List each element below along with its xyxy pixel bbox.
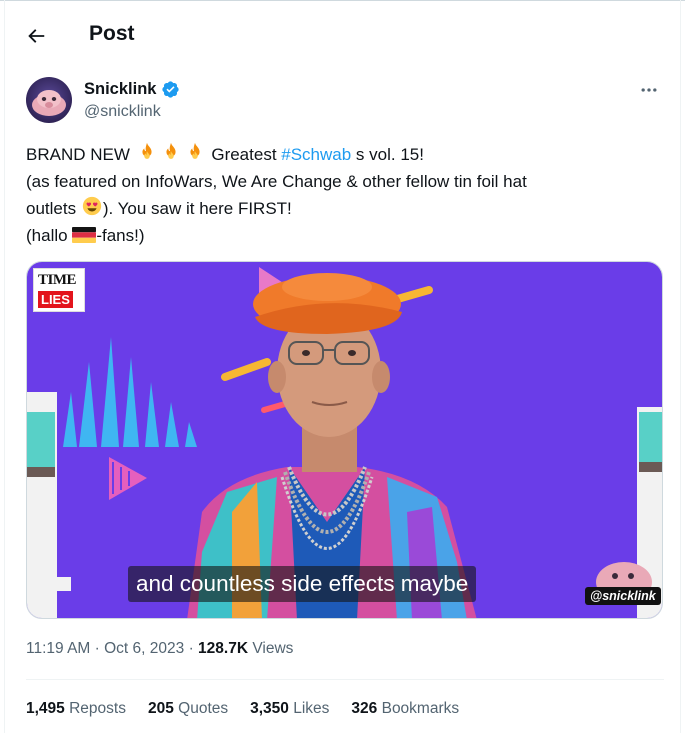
handle[interactable]: @snicklink bbox=[84, 103, 161, 121]
separator: · bbox=[184, 640, 199, 657]
avatar[interactable] bbox=[26, 77, 72, 123]
reposts-stat[interactable]: 1,495 Reposts bbox=[26, 700, 126, 718]
post-date[interactable]: Oct 6, 2023 bbox=[104, 640, 184, 657]
logo-bottom-text: LIES bbox=[38, 291, 73, 308]
arrow-left-icon bbox=[28, 29, 45, 43]
germany-flag-emoji bbox=[72, 227, 97, 243]
more-button[interactable] bbox=[632, 76, 666, 104]
post-meta: 11:19 AM · Oct 6, 2023 · 128.7K Views bbox=[26, 640, 293, 658]
bookmarks-count: 326 bbox=[351, 700, 378, 717]
more-horizontal-icon bbox=[641, 88, 657, 92]
text-segment: outlets bbox=[26, 199, 81, 218]
video-watermark: @snicklink bbox=[585, 587, 661, 605]
quotes-label: Quotes bbox=[173, 700, 229, 717]
back-button[interactable] bbox=[18, 18, 54, 54]
tweet-line-2: (as featured on InfoWars, We Are Change … bbox=[26, 172, 527, 191]
likes-count: 3,350 bbox=[250, 700, 289, 717]
video-media[interactable]: TIME LIES and countless side effects may… bbox=[26, 261, 663, 619]
author-row: Snicklink @snicklink bbox=[26, 76, 666, 126]
text-segment: s vol. 15! bbox=[351, 145, 424, 164]
reposts-label: Reposts bbox=[64, 700, 126, 717]
reposts-count: 1,495 bbox=[26, 700, 65, 717]
text-segment: (hallo bbox=[26, 226, 73, 245]
name-row: Snicklink bbox=[84, 80, 180, 99]
heart-eyes-emoji bbox=[82, 196, 101, 216]
likes-label: Likes bbox=[288, 700, 330, 717]
column-right-border bbox=[680, 0, 681, 733]
quotes-stat[interactable]: 205 Quotes bbox=[148, 700, 228, 718]
video-subtitle: and countless side effects maybe bbox=[128, 566, 477, 602]
views-count: 128.7K bbox=[198, 640, 249, 657]
verified-badge-icon bbox=[162, 81, 180, 98]
hashtag-link[interactable]: #Schwab bbox=[281, 145, 351, 164]
text-segment: ). You saw it here FIRST! bbox=[102, 199, 292, 218]
quotes-count: 205 bbox=[147, 700, 174, 717]
post-header: Post bbox=[0, 10, 685, 60]
tweet-line-4: (hallo -fans!) bbox=[26, 222, 666, 249]
divider bbox=[26, 679, 664, 680]
tweet-text: BRAND NEW Greatest #Schwab s vol. 15! (a… bbox=[26, 141, 666, 249]
bookmarks-label: Bookmarks bbox=[377, 700, 460, 717]
logo-top-text: TIME bbox=[38, 272, 77, 288]
views-label: Views bbox=[248, 640, 294, 657]
window-top-border bbox=[0, 0, 685, 5]
text-segment: Greatest bbox=[206, 145, 282, 164]
time-lies-logo: TIME LIES bbox=[33, 268, 85, 312]
fire-emoji bbox=[190, 142, 200, 159]
tweet-line-1: BRAND NEW Greatest #Schwab s vol. 15! bbox=[26, 141, 666, 168]
text-segment: BRAND NEW bbox=[26, 145, 135, 164]
text-segment: -fans!) bbox=[96, 226, 145, 245]
separator: · bbox=[90, 640, 105, 657]
page-title: Post bbox=[89, 22, 135, 45]
display-name[interactable]: Snicklink bbox=[84, 80, 156, 99]
likes-stat[interactable]: 3,350 Likes bbox=[250, 700, 329, 718]
tweet-line-3: outlets ). You saw it here FIRST! bbox=[26, 195, 666, 222]
engagement-stats: 1,495 Reposts 205 Quotes 3,350 Likes 326… bbox=[26, 700, 459, 718]
avatar-image bbox=[26, 77, 72, 123]
post-time[interactable]: 11:19 AM bbox=[26, 640, 90, 657]
column-left-border bbox=[4, 0, 5, 733]
fire-emoji bbox=[166, 142, 176, 159]
bookmarks-stat[interactable]: 326 Bookmarks bbox=[351, 700, 459, 718]
fire-emoji bbox=[142, 142, 152, 159]
